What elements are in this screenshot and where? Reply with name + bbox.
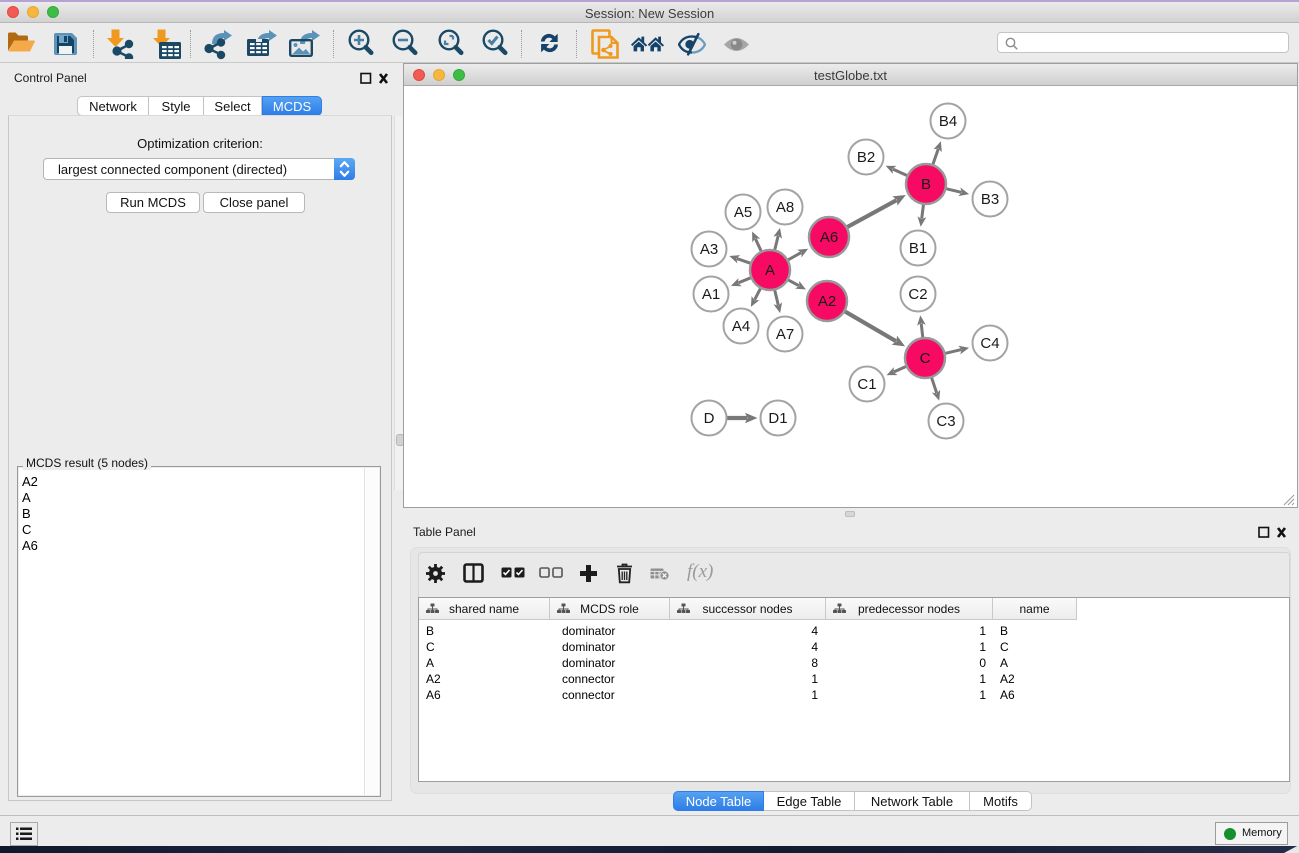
- svg-text:A7: A7: [776, 326, 794, 343]
- svg-text:B4: B4: [939, 113, 957, 130]
- svg-text:A5: A5: [734, 204, 752, 221]
- svg-text:D1: D1: [768, 410, 787, 427]
- svg-text:C3: C3: [936, 413, 955, 430]
- svg-text:A: A: [765, 262, 775, 279]
- svg-text:C1: C1: [857, 376, 876, 393]
- svg-text:B2: B2: [857, 149, 875, 166]
- svg-text:B3: B3: [981, 191, 999, 208]
- svg-text:A4: A4: [732, 318, 750, 335]
- svg-text:C4: C4: [980, 335, 999, 352]
- svg-text:A8: A8: [776, 199, 794, 216]
- svg-text:A1: A1: [702, 286, 720, 303]
- svg-text:A2: A2: [818, 293, 836, 310]
- svg-text:B: B: [921, 176, 931, 193]
- svg-text:B1: B1: [909, 240, 927, 257]
- svg-text:A3: A3: [700, 241, 718, 258]
- svg-text:D: D: [704, 410, 715, 427]
- svg-text:A6: A6: [820, 229, 838, 246]
- svg-text:C: C: [920, 350, 931, 367]
- svg-text:C2: C2: [908, 286, 927, 303]
